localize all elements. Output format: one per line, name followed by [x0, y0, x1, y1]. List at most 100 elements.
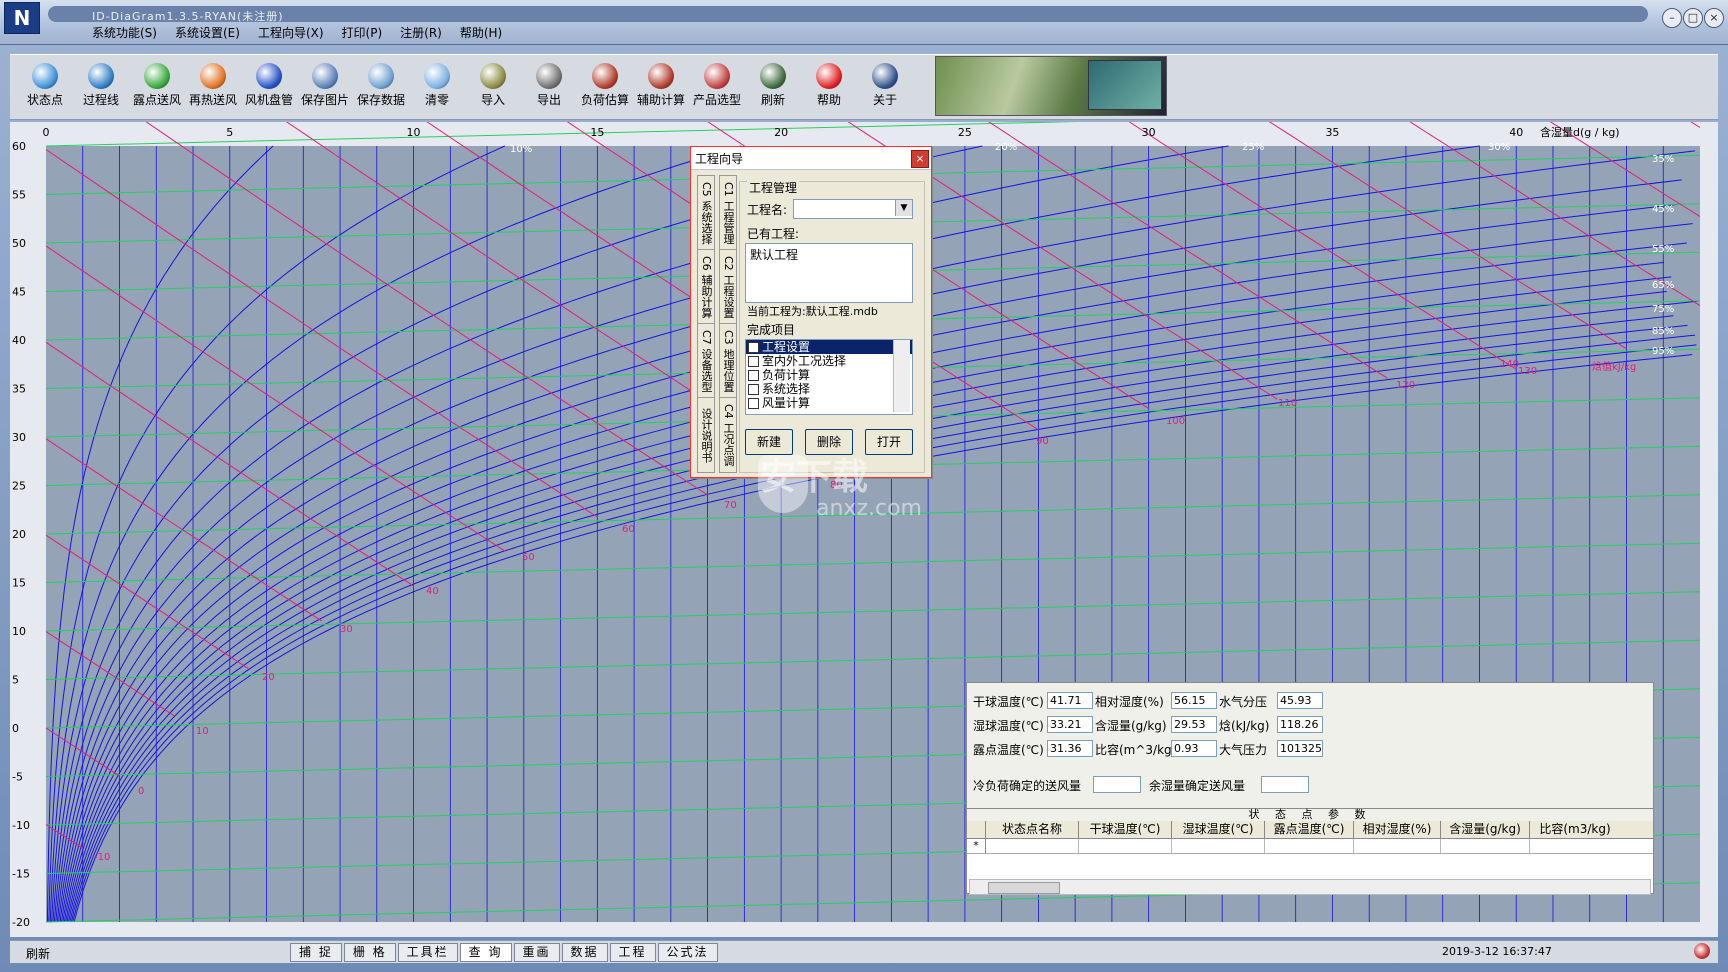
menu-help[interactable]: 帮助(H): [458, 24, 504, 42]
toggle-redraw[interactable]: 重画: [513, 943, 560, 962]
toolbar-button-10[interactable]: 负荷估算: [578, 59, 632, 115]
checkbox[interactable]: [748, 370, 759, 381]
completed-item[interactable]: 风量计算: [746, 396, 912, 410]
column-header[interactable]: 比容(m3/kg): [1530, 821, 1620, 838]
column-header[interactable]: 湿球温度(℃): [1172, 821, 1265, 838]
dialog-title-bar: 工程向导 ×: [691, 147, 931, 170]
toolbar-button-6[interactable]: 保存数据: [354, 59, 408, 115]
restore-button[interactable]: □: [1683, 8, 1703, 28]
atm-pressure-field[interactable]: 101325: [1277, 740, 1323, 757]
completed-item[interactable]: 系统选择: [746, 382, 912, 396]
horizontal-scrollbar[interactable]: [969, 879, 1651, 895]
tab-condition-point[interactable]: C4 工况点调: [719, 397, 737, 473]
checkbox[interactable]: [748, 398, 759, 409]
table-cell[interactable]: [1265, 839, 1354, 853]
humidity-ratio-field[interactable]: 29.53: [1171, 716, 1217, 733]
tab-equipment-select[interactable]: C7 设备选型: [697, 323, 715, 399]
column-header[interactable]: 含湿量(g/kg): [1441, 821, 1530, 838]
enthalpy-label: 30: [340, 624, 353, 635]
enthalpy-label: 100: [1166, 416, 1185, 427]
menu-print[interactable]: 打印(P): [340, 24, 385, 42]
rh-label: 55%: [1652, 244, 1674, 255]
toolbar-button-3[interactable]: 再热送风: [186, 59, 240, 115]
rh-label: 30%: [1488, 142, 1510, 153]
column-header[interactable]: 干球温度(℃): [1079, 821, 1172, 838]
completed-item[interactable]: 工程设置: [746, 340, 912, 354]
enthalpy-field[interactable]: 118.26: [1277, 716, 1323, 733]
rh-label: 35%: [1652, 154, 1674, 165]
rh-field[interactable]: 56.15: [1171, 692, 1217, 709]
toolbar-button-9[interactable]: 导出: [522, 59, 576, 115]
toolbar-button-2[interactable]: 露点送风: [130, 59, 184, 115]
moisture-airflow-field[interactable]: [1261, 776, 1309, 793]
rh-label: 相对湿度(%): [1095, 695, 1164, 709]
toggle-data[interactable]: 数据: [561, 943, 608, 962]
open-project-button[interactable]: 打开: [865, 429, 913, 455]
menu-wizard[interactable]: 工程向导(X): [256, 24, 326, 42]
rh-label: 95%: [1652, 346, 1674, 357]
dry-bulb-field[interactable]: 41.71: [1047, 692, 1093, 709]
table-cell[interactable]: [1079, 839, 1172, 853]
minimize-button[interactable]: –: [1662, 8, 1682, 28]
completed-items-list[interactable]: 工程设置 室内外工况选择 负荷计算 系统选择 风量计算: [745, 339, 913, 415]
toolbar-button-8[interactable]: 导入: [466, 59, 520, 115]
toolbar-button-14[interactable]: 帮助: [802, 59, 856, 115]
menu-system[interactable]: 系统功能(S): [90, 24, 159, 42]
tab-project-management[interactable]: C1 工程管理: [719, 175, 737, 251]
table-cell[interactable]: [1172, 839, 1265, 853]
toggle-grid[interactable]: 栅 格: [343, 943, 396, 962]
about-icon: [872, 63, 898, 89]
toolbar-button-1[interactable]: 过程线: [74, 59, 128, 115]
table-row[interactable]: *: [967, 839, 1653, 854]
table-cell[interactable]: [1441, 839, 1530, 853]
tab-project-settings[interactable]: C2 工程设置: [719, 249, 737, 325]
toolbar-button-11[interactable]: 辅助计算: [634, 59, 688, 115]
toolbar-button-12[interactable]: 产品选型: [690, 59, 744, 115]
menu-register[interactable]: 注册(R): [398, 24, 444, 42]
column-header[interactable]: 状态点名称: [986, 821, 1079, 838]
toolbar-button-0[interactable]: 状态点: [18, 59, 72, 115]
chevron-down-icon[interactable]: ▼: [895, 200, 912, 216]
tab-system-select[interactable]: C5 系统选择: [697, 175, 715, 251]
enthalpy-line: [1690, 122, 1701, 128]
menu-settings[interactable]: 系统设置(E): [173, 24, 242, 42]
toggle-toolbar[interactable]: 工具栏: [397, 943, 458, 962]
table-cell[interactable]: [1530, 839, 1620, 853]
toggle-formula[interactable]: 公式法: [657, 943, 718, 962]
tab-design-spec[interactable]: 设计说明书: [697, 397, 715, 473]
dialog-close-button[interactable]: ×: [911, 150, 929, 168]
items-scrollbar[interactable]: [893, 340, 910, 412]
toolbar-button-15[interactable]: 关于: [858, 59, 912, 115]
load-airflow-field[interactable]: [1093, 776, 1141, 793]
grid-header: 状态点名称 干球温度(℃) 湿球温度(℃) 露点温度(℃) 相对湿度(%) 含湿…: [967, 821, 1653, 839]
y-tick-label: 0: [12, 722, 19, 735]
toolbar-button-4[interactable]: 风机盘管: [242, 59, 296, 115]
toolbar-button-7[interactable]: 清零: [410, 59, 464, 115]
checkbox[interactable]: [748, 342, 759, 353]
column-header[interactable]: 露点温度(℃): [1265, 821, 1354, 838]
toolbar-button-13[interactable]: 刷新: [746, 59, 800, 115]
table-cell[interactable]: [986, 839, 1079, 853]
wet-bulb-field[interactable]: 33.21: [1047, 716, 1093, 733]
toggle-project[interactable]: 工程: [609, 943, 656, 962]
dew-point-field[interactable]: 31.36: [1047, 740, 1093, 757]
toggle-query[interactable]: 查 询: [459, 943, 512, 962]
toolbar-button-5[interactable]: 保存图片: [298, 59, 352, 115]
export-icon: [536, 63, 562, 89]
list-item[interactable]: 默认工程: [746, 244, 912, 265]
column-header[interactable]: 相对湿度(%): [1354, 821, 1441, 838]
completed-item[interactable]: 负荷计算: [746, 368, 912, 382]
state-point-grid[interactable]: 状 态 点 参 数 状态点名称 干球温度(℃) 湿球温度(℃) 露点温度(℃) …: [966, 808, 1654, 895]
close-button[interactable]: ×: [1704, 8, 1724, 28]
scrollbar-thumb[interactable]: [988, 882, 1060, 894]
checkbox[interactable]: [748, 356, 759, 367]
vapor-pressure-field[interactable]: 45.93: [1277, 692, 1323, 709]
existing-projects-list[interactable]: 默认工程: [745, 243, 913, 303]
completed-item[interactable]: 室内外工况选择: [746, 354, 912, 368]
toggle-snap[interactable]: 捕 捉: [290, 943, 342, 962]
checkbox[interactable]: [748, 384, 759, 395]
tab-location[interactable]: C3 地理位置: [719, 323, 737, 399]
tab-aux-calc[interactable]: C6 辅助计算: [697, 249, 715, 325]
specific-volume-field[interactable]: 0.93: [1171, 740, 1217, 757]
table-cell[interactable]: [1354, 839, 1441, 853]
